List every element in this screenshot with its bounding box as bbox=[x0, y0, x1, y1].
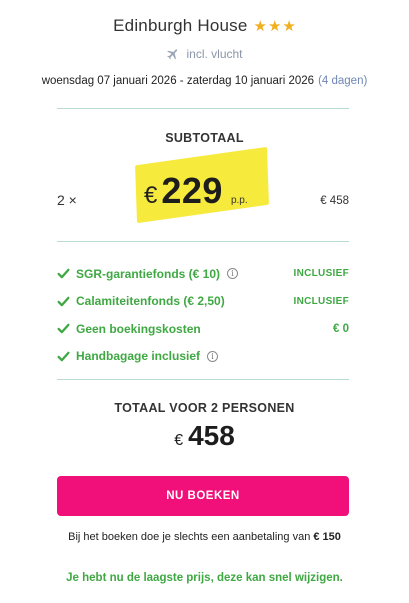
feature-label: Handbagage inclusief bbox=[76, 349, 201, 364]
per-person-label: p.p. bbox=[230, 195, 248, 206]
feature-item: Geen boekingskosten € 0 bbox=[57, 315, 349, 343]
included-features-list: SGR-garantiefonds (€ 10) i INCLUSIEF Cal… bbox=[57, 260, 349, 370]
divider bbox=[57, 108, 349, 109]
feature-item: Calamiteitenfonds (€ 2,50) INCLUSIEF bbox=[57, 288, 349, 316]
feature-item: SGR-garantiefonds (€ 10) i INCLUSIEF bbox=[57, 260, 349, 288]
feature-status: INCLUSIEF bbox=[293, 295, 349, 307]
price-per-person: € 229 p.p. bbox=[144, 170, 248, 212]
deposit-info: Bij het boeken doe je slechts een aanbet… bbox=[0, 531, 409, 543]
book-now-button[interactable]: NU BOEKEN bbox=[57, 476, 349, 516]
feature-label: Calamiteitenfonds (€ 2,50) bbox=[76, 294, 225, 309]
star-icon: ★ bbox=[267, 18, 282, 35]
deposit-text: Bij het boeken doe je slechts een aanbet… bbox=[68, 531, 311, 543]
info-icon[interactable]: i bbox=[207, 350, 219, 362]
price-currency: € bbox=[144, 182, 158, 209]
hotel-name: Edinburgh House bbox=[113, 16, 248, 35]
feature-status: INCLUSIEF bbox=[293, 268, 349, 280]
divider bbox=[57, 379, 349, 380]
airplane-icon bbox=[166, 47, 180, 61]
checkmark-icon bbox=[57, 351, 70, 362]
person-quantity: 2 × bbox=[57, 192, 77, 208]
feature-item: Handbagage inclusief i bbox=[57, 343, 349, 371]
deposit-amount: € 150 bbox=[313, 531, 341, 543]
star-icon: ★ bbox=[253, 18, 267, 35]
travel-dates: woensdag 07 januari 2026 - zaterdag 10 j… bbox=[0, 75, 409, 87]
feature-status: € 0 bbox=[333, 322, 349, 335]
checkmark-icon bbox=[57, 323, 70, 334]
total-currency: € bbox=[174, 432, 184, 449]
lowest-price-notice: Je hebt nu de laagste prijs, deze kan sn… bbox=[66, 572, 343, 584]
checkmark-icon bbox=[57, 268, 70, 279]
subtotal-line-total: € 458 bbox=[320, 195, 349, 207]
star-icon: ★ bbox=[282, 18, 296, 35]
flight-label: incl. vlucht bbox=[186, 47, 243, 61]
star-rating: ★ ★ ★ bbox=[254, 17, 296, 35]
total-price: € 458 bbox=[0, 420, 409, 452]
trip-duration: (4 dagen) bbox=[318, 75, 368, 87]
date-range: woensdag 07 januari 2026 - zaterdag 10 j… bbox=[41, 75, 315, 87]
total-label: TOTAAL VOOR 2 PERSONEN bbox=[114, 401, 295, 415]
checkmark-icon bbox=[57, 296, 70, 307]
feature-label: Geen boekingskosten bbox=[76, 321, 201, 336]
feature-label: SGR-garantiefonds (€ 10) bbox=[76, 266, 221, 281]
info-icon[interactable]: i bbox=[227, 268, 239, 280]
total-amount: 458 bbox=[188, 420, 235, 451]
divider bbox=[57, 241, 349, 242]
flight-included: incl. vlucht bbox=[0, 47, 409, 61]
price-amount: 229 bbox=[161, 170, 223, 211]
subtotal-label: SUBTOTAAL bbox=[165, 131, 244, 145]
hotel-header: Edinburgh House ★ ★ ★ bbox=[0, 16, 409, 36]
